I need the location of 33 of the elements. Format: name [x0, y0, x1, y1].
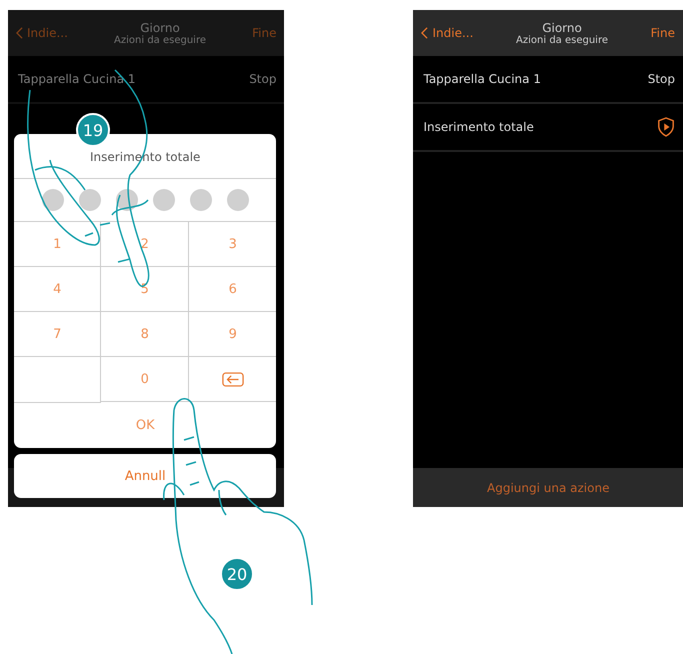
digit-key[interactable]: 4 — [14, 267, 102, 312]
ok-button[interactable]: OK — [14, 403, 276, 448]
action-value: Stop — [249, 72, 276, 86]
digit-key[interactable]: 8 — [101, 312, 189, 357]
back-button[interactable]: Indie... — [421, 26, 474, 40]
digit-key[interactable]: 0 — [101, 357, 189, 402]
add-action-button[interactable]: Aggiungi una azione — [413, 468, 683, 507]
step-badge: 20 — [220, 557, 254, 591]
chevron-left-icon — [421, 27, 428, 39]
digit-key[interactable]: 3 — [188, 222, 276, 267]
cancel-button[interactable]: Annull — [14, 454, 276, 498]
digit-key[interactable]: 7 — [14, 312, 102, 357]
action-value: Stop — [648, 72, 675, 86]
chevron-left-icon — [16, 27, 23, 39]
action-label: Tapparella Cucina 1 — [18, 72, 136, 86]
action-label: Inserimento totale — [423, 120, 534, 134]
digit-key[interactable]: 9 — [188, 312, 276, 357]
screen-title: Giorno — [140, 20, 180, 34]
done-button[interactable]: Fine — [252, 26, 276, 40]
screen-title: Giorno — [542, 20, 582, 34]
screen-subtitle: Azioni da eseguire — [114, 34, 206, 46]
digit-key[interactable]: 6 — [188, 267, 276, 312]
action-row[interactable]: Tapparella Cucina 1 Stop — [8, 56, 284, 104]
digit-key[interactable]: 1 — [14, 222, 102, 267]
screen-subtitle: Azioni da eseguire — [516, 34, 608, 46]
shield-play-icon — [657, 117, 675, 137]
backspace-icon — [222, 372, 244, 386]
action-label: Tapparella Cucina 1 — [423, 72, 541, 86]
back-button[interactable]: Indie... — [16, 26, 68, 40]
action-row[interactable]: Inserimento totale — [413, 104, 683, 152]
action-row[interactable]: Tapparella Cucina 1 Stop — [413, 56, 683, 104]
done-button[interactable]: Fine — [650, 26, 675, 40]
digit-key[interactable]: 2 — [101, 222, 189, 267]
